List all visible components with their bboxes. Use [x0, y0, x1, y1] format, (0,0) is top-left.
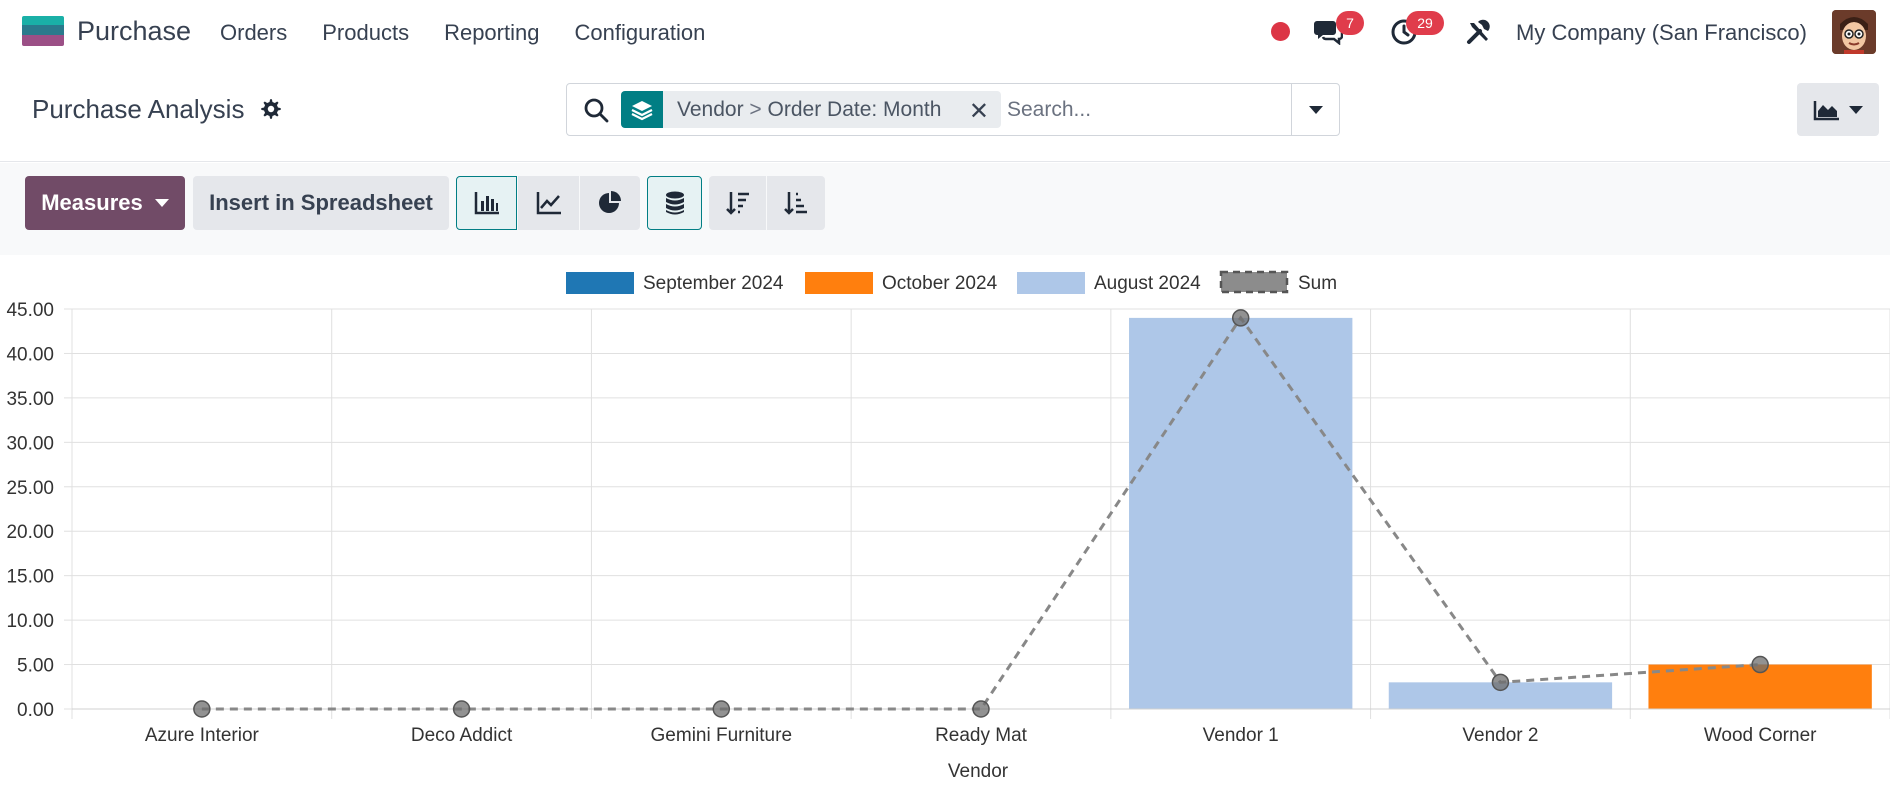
search-options-toggle[interactable]: [1291, 84, 1339, 135]
database-icon: [665, 191, 684, 215]
pie-chart-icon: [599, 191, 621, 213]
x-tick-label: Ready Mat: [935, 725, 1028, 746]
x-tick-label: Vendor 2: [1462, 725, 1538, 746]
search-input[interactable]: [1007, 91, 1287, 128]
layers-icon: [621, 91, 663, 128]
sum-point: [1751, 655, 1769, 674]
bar-chart-button[interactable]: [456, 176, 517, 230]
y-tick-label: 30.00: [6, 433, 54, 454]
chevron-down-icon: [1308, 105, 1323, 114]
bar: [1129, 317, 1353, 709]
graph-view: 0.00 5.00 10.00 15.00 20.00 25.00 30.00 35.00 40…: [0, 255, 1890, 791]
sum-point: [452, 700, 471, 718]
sum-point: [712, 700, 731, 718]
top-navbar: Purchase Orders Products Reporting Confi…: [0, 0, 1890, 64]
chat-count-badge: 7: [1336, 11, 1364, 35]
sort-descending-button[interactable]: [709, 176, 766, 230]
line-chart-button[interactable]: [518, 176, 579, 230]
x-tick-label: Wood Corner: [1704, 725, 1817, 746]
page-title: Purchase Analysis: [32, 94, 245, 124]
sum-line: [201, 315, 1761, 711]
legend-swatch: [1219, 270, 1289, 294]
sum-point: [193, 700, 211, 718]
graph-toolbar: Measures Insert in Spreadsheet: [0, 163, 1890, 255]
close-icon[interactable]: ✕: [969, 97, 989, 126]
purchase-app-icon[interactable]: [22, 16, 64, 46]
chevron-down-icon: [154, 199, 169, 207]
sort-ascending-icon: [784, 192, 807, 215]
x-tick-label: Vendor 1: [1203, 725, 1279, 746]
activity-count-badge: 29: [1406, 11, 1444, 35]
insert-spreadsheet-button[interactable]: Insert in Spreadsheet: [193, 176, 449, 230]
y-tick-label: 5.00: [17, 656, 54, 677]
y-tick-label: 10.00: [6, 611, 54, 632]
menu-configuration[interactable]: Configuration: [574, 20, 705, 46]
record-indicator-icon[interactable]: [1271, 22, 1290, 41]
chevron-down-icon: [1849, 105, 1863, 114]
x-tick-label: Azure Interior: [145, 725, 260, 746]
x-tick-label: Gemini Furniture: [651, 725, 793, 746]
menu-products[interactable]: Products: [322, 20, 409, 46]
line-chart-icon: [536, 192, 561, 215]
user-avatar[interactable]: [1832, 10, 1876, 54]
x-tick-label: Deco Addict: [411, 725, 513, 746]
x-axis-title: Vendor: [948, 761, 1009, 782]
menu-orders[interactable]: Orders: [220, 20, 287, 46]
sum-point: [972, 700, 990, 718]
search-bar: Vendor > Order Date: Month ✕: [566, 83, 1340, 136]
y-tick-label: 45.00: [6, 300, 54, 321]
sum-point: [1491, 673, 1510, 692]
legend-label: September 2024: [643, 273, 784, 294]
company-switcher[interactable]: My Company (San Francisco): [1516, 20, 1807, 46]
main-menu: Orders Products Reporting Configuration: [220, 20, 740, 46]
legend-swatch: [1017, 272, 1085, 294]
measures-label: Measures: [41, 190, 143, 215]
y-tick-label: 15.00: [6, 567, 54, 588]
area-chart-icon: [1813, 100, 1839, 120]
search-icon[interactable]: [583, 97, 609, 123]
bar-chart-icon: [474, 192, 499, 215]
view-switcher-button[interactable]: [1797, 83, 1879, 136]
app-name[interactable]: Purchase: [77, 16, 191, 47]
y-tick-label: 35.00: [6, 389, 54, 410]
y-tick-label: 0.00: [17, 700, 54, 721]
legend-label: Sum: [1298, 273, 1337, 294]
legend-label: August 2024: [1094, 273, 1201, 294]
legend-swatch: [566, 272, 634, 294]
purchase-chart: 0.00 5.00 10.00 15.00 20.00 25.00 30.00 35.00 40…: [6, 270, 1890, 782]
y-tick-label: 40.00: [6, 344, 54, 365]
control-panel: Purchase Analysis Vendor > Order Date: M…: [0, 64, 1890, 162]
y-tick-label: 25.00: [6, 478, 54, 499]
legend-swatch: [805, 272, 873, 294]
menu-reporting[interactable]: Reporting: [444, 20, 539, 46]
search-facet-groupby[interactable]: Vendor > Order Date: Month ✕: [621, 91, 1001, 128]
facet-label: Vendor > Order Date: Month: [677, 97, 942, 121]
sort-ascending-button[interactable]: [767, 176, 825, 230]
sum-point: [1231, 309, 1250, 327]
stacked-toggle-button[interactable]: [647, 176, 702, 230]
y-tick-label: 20.00: [6, 522, 54, 543]
gear-icon[interactable]: [260, 98, 282, 120]
debug-tools-icon[interactable]: [1466, 19, 1492, 45]
sort-descending-icon: [725, 192, 749, 215]
measures-button[interactable]: Measures: [25, 176, 185, 230]
legend-label: October 2024: [882, 273, 998, 294]
pie-chart-button[interactable]: [580, 176, 640, 230]
